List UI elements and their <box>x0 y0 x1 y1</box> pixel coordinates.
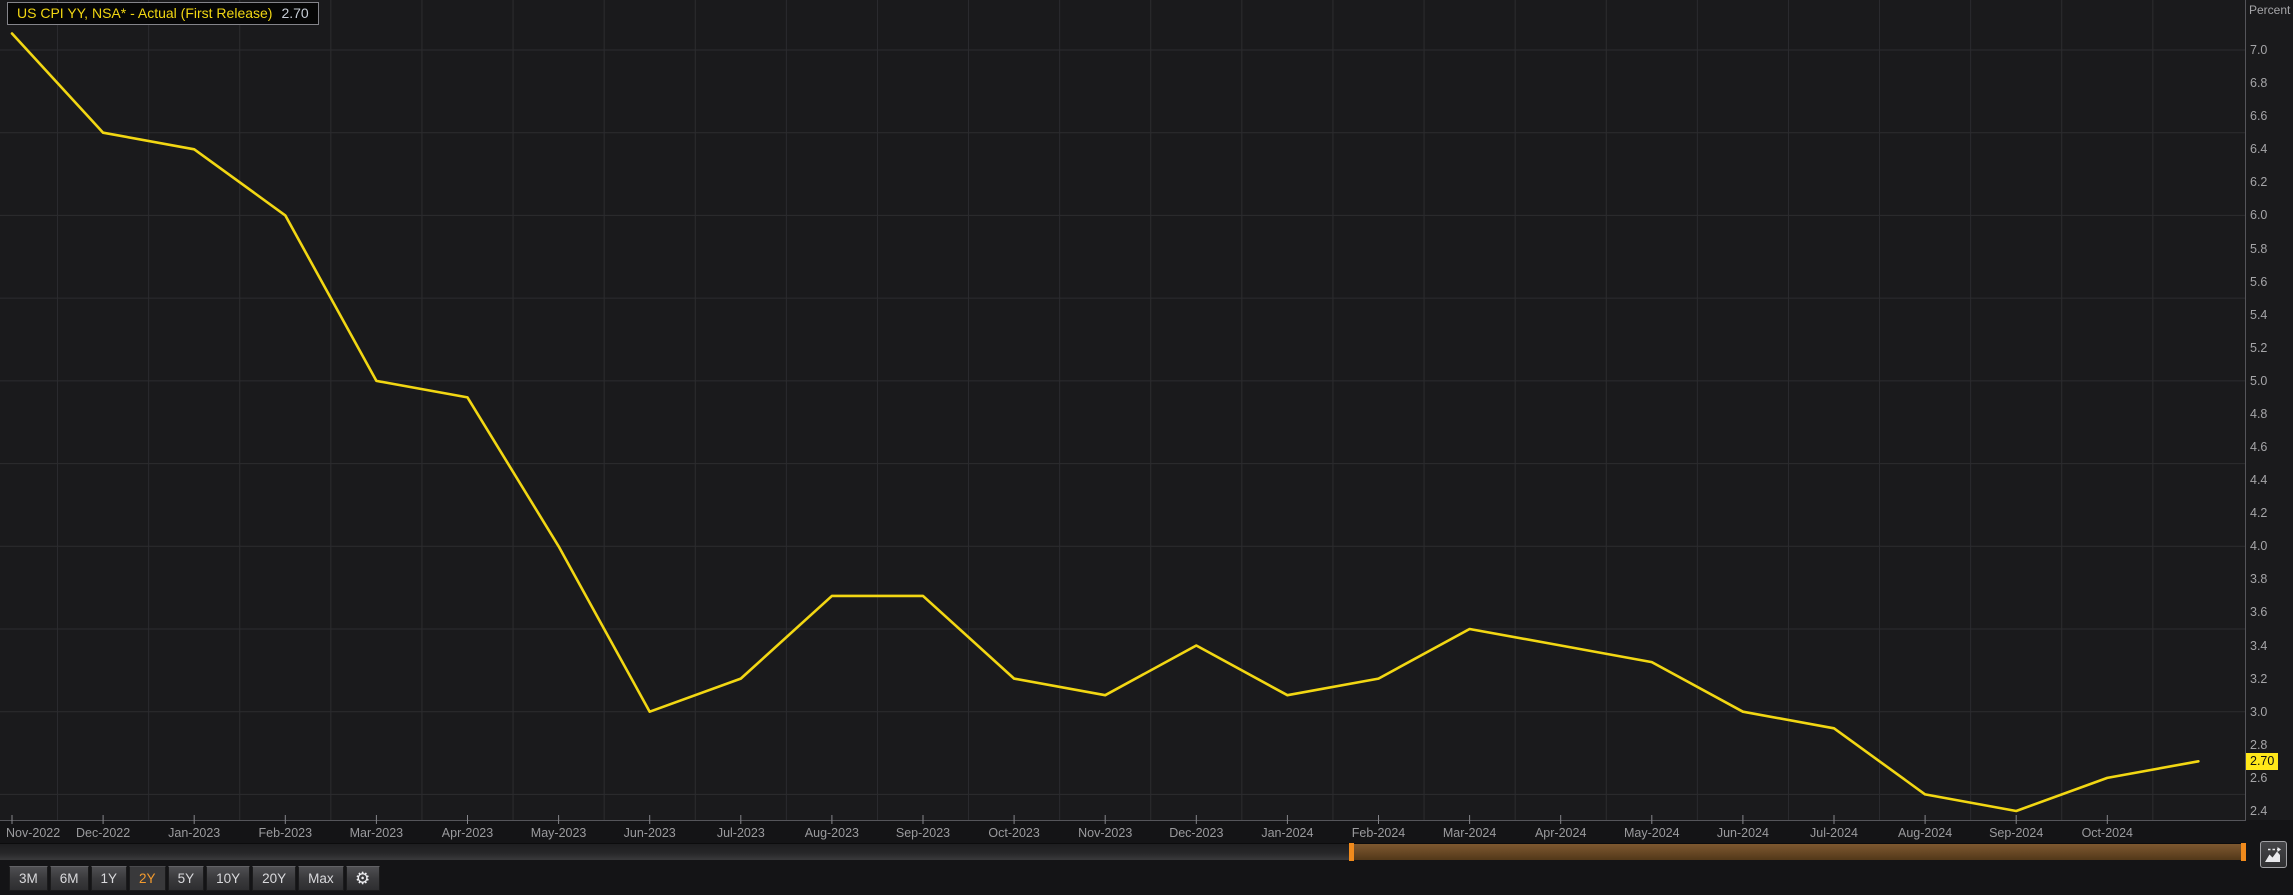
x-axis-tick-label: Nov-2022 <box>6 825 60 841</box>
range-button-10y[interactable]: 10Y <box>206 866 250 891</box>
x-axis-tick-label: Jul-2023 <box>717 825 765 841</box>
x-axis-tick-label: Jun-2024 <box>1717 825 1769 841</box>
y-axis-tick-label: 5.0 <box>2250 374 2292 388</box>
range-button-2y[interactable]: 2Y <box>129 866 166 891</box>
cpi-series-line <box>12 34 2198 812</box>
time-range-scrollbar[interactable] <box>0 843 2246 860</box>
y-axis-tick-label: 6.6 <box>2250 109 2292 123</box>
x-axis-tick-label: Mar-2023 <box>350 825 404 841</box>
scroll-handle-left[interactable] <box>1349 843 1354 861</box>
x-axis-tick-label: Dec-2023 <box>1169 825 1223 841</box>
x-axis-tick-label: Jul-2024 <box>1810 825 1858 841</box>
y-axis-tick-label: 5.2 <box>2250 341 2292 355</box>
x-axis-tick-label: Apr-2024 <box>1535 825 1586 841</box>
x-axis-tick-label: Apr-2023 <box>442 825 493 841</box>
range-button-5y[interactable]: 5Y <box>168 866 205 891</box>
scroll-selected-range[interactable] <box>1349 844 2246 860</box>
y-axis-tick-label: 4.0 <box>2250 539 2292 553</box>
x-axis-tick-label: Jan-2024 <box>1261 825 1313 841</box>
x-axis-tick-label: May-2024 <box>1624 825 1680 841</box>
x-axis-tick-label: Dec-2022 <box>76 825 130 841</box>
scroll-handle-right[interactable] <box>2241 843 2246 861</box>
range-button-6m[interactable]: 6M <box>50 866 89 891</box>
y-axis-tick-label: 5.6 <box>2250 275 2292 289</box>
export-chart-button[interactable] <box>2260 841 2287 868</box>
range-button-1y[interactable]: 1Y <box>91 866 128 891</box>
x-axis-tick-label: Jan-2023 <box>168 825 220 841</box>
series-value: 2.70 <box>281 5 308 21</box>
range-button-3m[interactable]: 3M <box>9 866 48 891</box>
y-axis-tick-label: 6.2 <box>2250 175 2292 189</box>
x-axis-tick-label: Sep-2024 <box>1989 825 2043 841</box>
x-axis-tick-label: Nov-2023 <box>1078 825 1132 841</box>
y-axis-tick-label: 5.8 <box>2250 242 2292 256</box>
y-axis-tick-label: 3.6 <box>2250 605 2292 619</box>
x-axis-tick-label: Oct-2024 <box>2082 825 2133 841</box>
y-axis-tick-label: 5.4 <box>2250 308 2292 322</box>
last-value-badge: 2.70 <box>2246 753 2278 770</box>
y-axis-tick-label: 2.6 <box>2250 771 2292 785</box>
x-axis-tick-label: Jun-2023 <box>624 825 676 841</box>
series-legend[interactable]: US CPI YY, NSA* - Actual (First Release)… <box>7 2 319 25</box>
y-axis-tick-label: 4.6 <box>2250 440 2292 454</box>
chart-window: US CPI YY, NSA* - Actual (First Release)… <box>0 0 2293 895</box>
y-axis-tick-label: 4.8 <box>2250 407 2292 421</box>
range-button-20y[interactable]: 20Y <box>252 866 296 891</box>
x-axis-tick-label: May-2023 <box>531 825 587 841</box>
y-axis-tick-label: 3.2 <box>2250 672 2292 686</box>
x-axis-tick-label: Mar-2024 <box>1443 825 1497 841</box>
y-axis-tick-label: 4.2 <box>2250 506 2292 520</box>
series-label: US CPI YY, NSA* - Actual (First Release) <box>17 5 272 21</box>
y-axis-tick-label: 3.4 <box>2250 639 2292 653</box>
range-button-max[interactable]: Max <box>298 866 344 891</box>
y-axis-tick-label: 3.8 <box>2250 572 2292 586</box>
y-axis-tick-label: 3.0 <box>2250 705 2292 719</box>
x-axis-tick-label: Aug-2024 <box>1898 825 1952 841</box>
y-axis-tick-label: 7.0 <box>2250 43 2292 57</box>
x-axis-tick-label: Sep-2023 <box>896 825 950 841</box>
y-axis-tick-label: 6.4 <box>2250 142 2292 156</box>
x-axis-tick-label: Oct-2023 <box>988 825 1039 841</box>
y-axis-tick-label: 2.4 <box>2250 804 2292 818</box>
range-toolbar: 3M 6M 1Y 2Y 5Y 10Y 20Y Max ⚙ <box>9 866 382 891</box>
y-axis-tick-label: 4.4 <box>2250 473 2292 487</box>
y-axis-unit-label: Percent <box>2249 3 2290 17</box>
cpi-line-chart[interactable] <box>0 0 2293 850</box>
y-axis-tick-label: 2.8 <box>2250 738 2292 752</box>
x-axis-tick-label: Aug-2023 <box>805 825 859 841</box>
x-axis-tick-label: Feb-2023 <box>259 825 313 841</box>
chart-export-icon <box>2264 846 2283 863</box>
x-axis-tick-label: Feb-2024 <box>1352 825 1406 841</box>
y-axis-tick-label: 6.0 <box>2250 208 2292 222</box>
gear-icon[interactable]: ⚙ <box>346 866 380 891</box>
y-axis-tick-label: 6.8 <box>2250 76 2292 90</box>
